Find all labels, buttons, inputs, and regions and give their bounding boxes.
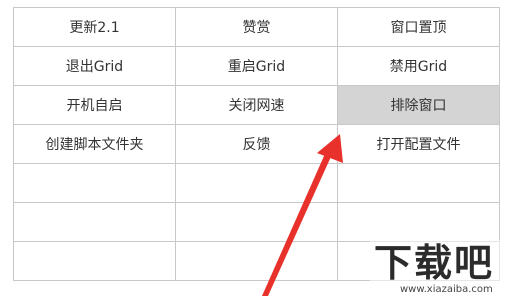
menu-item-exit-grid[interactable]: 退出Grid (13, 46, 176, 86)
menu-row: 退出Grid 重启Grid 禁用Grid (13, 46, 500, 86)
watermark-logo: 下载吧 (374, 241, 495, 285)
menu-row: 开机自启 关闭网速 排除窗口 (13, 85, 500, 125)
screenshot-stage: 更新2.1 赞赏 窗口置顶 退出Grid 重启Grid 禁用Grid 开机自启 … (0, 0, 509, 299)
menu-cell-empty (337, 163, 500, 203)
menu-item-open-config-file[interactable]: 打开配置文件 (337, 124, 500, 164)
menu-cell-empty (175, 202, 338, 242)
menu-row-empty (13, 163, 500, 203)
menu-item-start-on-boot[interactable]: 开机自启 (13, 85, 176, 125)
menu-row-empty (13, 202, 500, 242)
menu-row: 创建脚本文件夹 反馈 打开配置文件 (13, 124, 500, 164)
menu-item-disable-grid[interactable]: 禁用Grid (337, 46, 500, 86)
watermark: 下载吧 www.xiazaiba.com (370, 240, 506, 298)
menu-cell-empty (13, 202, 176, 242)
menu-cell-empty (175, 163, 338, 203)
menu-item-create-script-folder[interactable]: 创建脚本文件夹 (13, 124, 176, 164)
menu-item-appreciate[interactable]: 赞赏 (175, 7, 338, 47)
menu-row: 更新2.1 赞赏 窗口置顶 (13, 7, 500, 47)
menu-item-update[interactable]: 更新2.1 (13, 7, 176, 47)
menu-item-window-always-on-top[interactable]: 窗口置顶 (337, 7, 500, 47)
menu-item-disable-net-speed[interactable]: 关闭网速 (175, 85, 338, 125)
menu-item-restart-grid[interactable]: 重启Grid (175, 46, 338, 86)
menu-cell-empty (337, 202, 500, 242)
menu-cell-empty (13, 241, 176, 281)
menu-cell-empty (175, 241, 338, 281)
menu-item-feedback[interactable]: 反馈 (175, 124, 338, 164)
menu-cell-empty (13, 163, 176, 203)
watermark-url: www.xiazaiba.com (400, 284, 493, 295)
menu-item-exclude-window[interactable]: 排除窗口 (337, 85, 500, 125)
